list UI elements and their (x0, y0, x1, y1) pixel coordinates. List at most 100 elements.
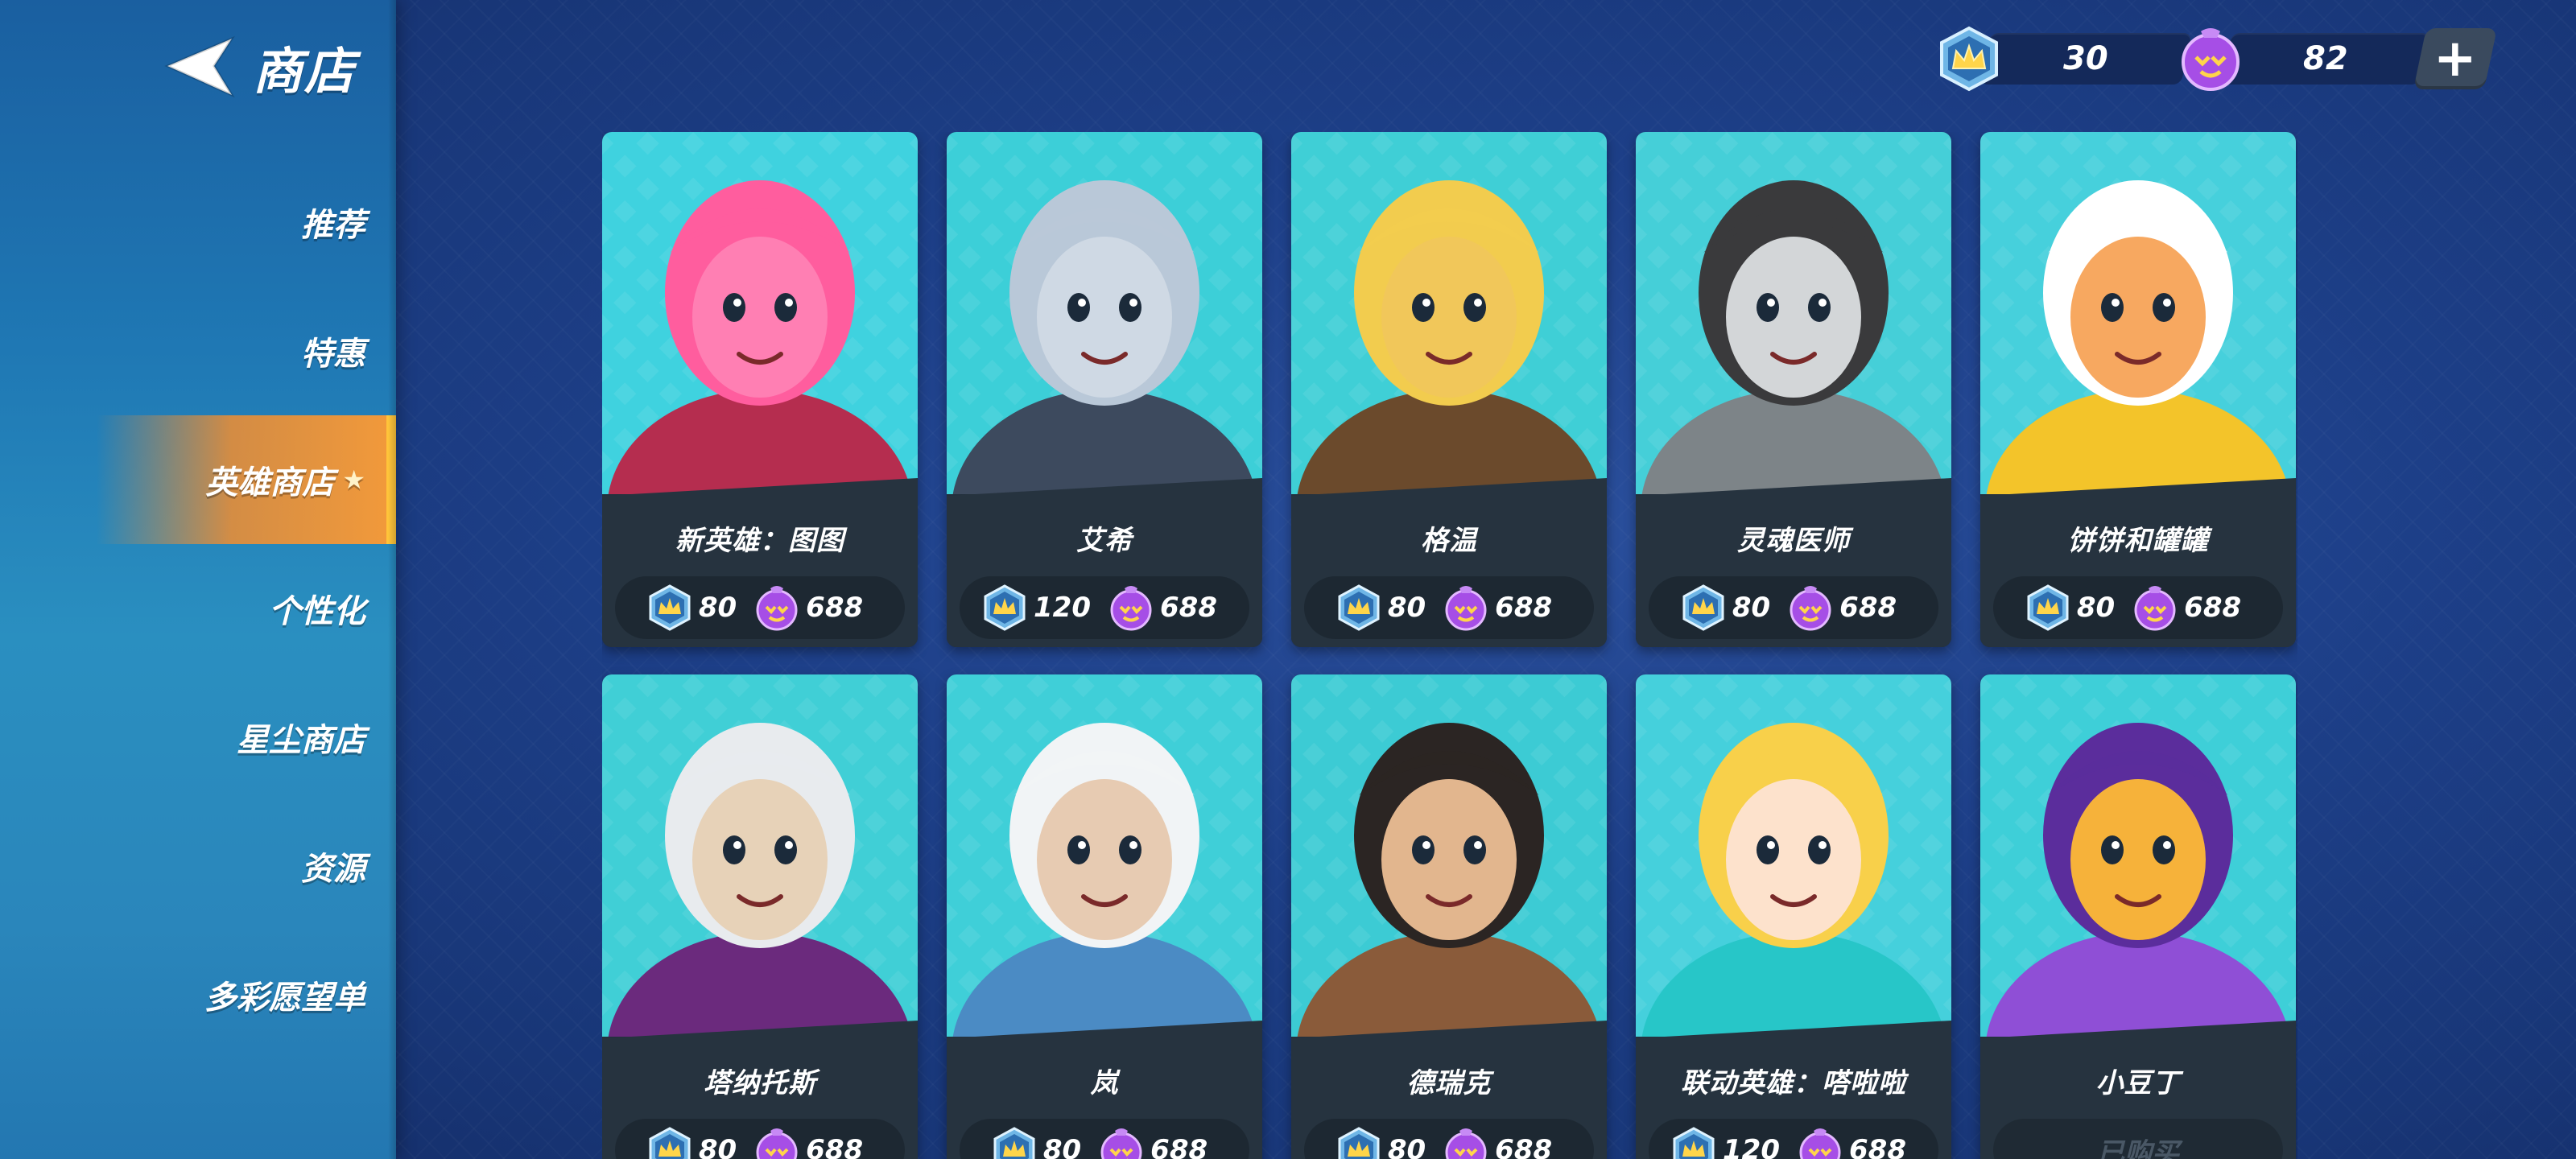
hero-portrait (602, 132, 918, 494)
sidebar-item-label: 推荐 (301, 207, 365, 244)
hero-name: 灵魂医师 (1737, 525, 1850, 557)
token-price: 80 (1042, 1134, 1082, 1159)
hero-portrait-image (1291, 132, 1607, 494)
purple-gem-icon (1445, 1128, 1487, 1159)
hero-name: 德瑞克 (1406, 1067, 1492, 1099)
back-arrow-icon (164, 35, 235, 98)
sidebar-item-4[interactable]: 星尘商店 (0, 673, 396, 802)
crown-token-icon (1940, 26, 1998, 92)
hero-portrait-image (1291, 674, 1607, 1037)
hero-portrait (1980, 674, 2296, 1037)
plus-icon: + (2434, 29, 2477, 89)
owned-label: 已购买 (1993, 1119, 2283, 1159)
crown-token-icon (984, 584, 1026, 631)
gem-price: 688 (1495, 592, 1553, 624)
hero-portrait (602, 674, 918, 1037)
purple-gem-icon (2134, 586, 2176, 631)
hero-portrait-image (1980, 674, 2296, 1037)
price-row: 80 688 (615, 1119, 905, 1159)
hero-name: 艾希 (1076, 525, 1133, 557)
sidebar-item-1[interactable]: 特惠 (0, 287, 396, 415)
currency-crown-token: 30 (1935, 26, 2192, 92)
hero-card[interactable]: 格温 80 688 (1291, 132, 1607, 647)
crown-token-icon (1338, 1127, 1380, 1159)
sidebar-item-6[interactable]: 多彩愿望单 (0, 930, 396, 1059)
price-row: 120 688 (960, 576, 1249, 639)
sidebar-item-label: 星尘商店 (237, 722, 365, 759)
hero-card[interactable]: 新英雄：图图 80 688 (602, 132, 918, 647)
hero-portrait-image (947, 132, 1262, 494)
purple-gem-icon (1110, 586, 1152, 631)
purple-gem-icon (756, 1128, 798, 1159)
hero-portrait-image (1636, 132, 1951, 494)
token-price: 80 (1387, 592, 1426, 624)
hero-card[interactable]: 小豆丁 已购买 (1980, 674, 2296, 1159)
gem-price: 688 (1160, 592, 1217, 624)
sidebar-item-label: 英雄商店 (205, 464, 335, 501)
hero-portrait (1636, 674, 1951, 1037)
price-row: 120 688 (1649, 1119, 1938, 1159)
sidebar-item-3[interactable]: 个性化 (0, 544, 396, 673)
hero-card[interactable]: 灵魂医师 80 688 (1636, 132, 1951, 647)
purple-gem-icon (1790, 586, 1831, 631)
gem-price: 688 (1495, 1134, 1553, 1159)
gem-price: 688 (2184, 592, 2242, 624)
crown-token-icon (2027, 584, 2069, 631)
hero-name: 塔纳托斯 (704, 1067, 816, 1099)
hero-portrait-image (602, 132, 918, 494)
crown-token-icon (993, 1127, 1035, 1159)
sidebar-item-2[interactable]: 英雄商店 ★ (97, 415, 396, 544)
purple-gem-icon (1799, 1128, 1841, 1159)
hero-portrait (1980, 132, 2296, 494)
token-price: 120 (1034, 592, 1091, 624)
price-row: 80 688 (960, 1119, 1249, 1159)
gem-price: 688 (806, 592, 864, 624)
hero-card[interactable]: 岚 80 688 (947, 674, 1262, 1159)
crown-token-icon (1338, 584, 1380, 631)
hero-grid: 新英雄：图图 80 688 艾希 120 688 格温 80 688 灵魂医师 80 688 饼饼和罐罐… (602, 132, 2297, 1159)
price-row: 80 688 (1993, 576, 2283, 639)
add-currency-button[interactable]: + (2413, 28, 2498, 89)
hero-card[interactable]: 塔纳托斯 80 688 (602, 674, 918, 1159)
sidebar-nav: 推荐特惠英雄商店 ★ 个性化星尘商店资源多彩愿望单 (0, 158, 396, 1059)
price-row: 80 688 (615, 576, 905, 639)
back-button[interactable]: 商店 (161, 31, 356, 103)
crown-token-icon (649, 584, 691, 631)
page-title: 商店 (253, 42, 357, 101)
sidebar: 商店 推荐特惠英雄商店 ★ 个性化星尘商店资源多彩愿望单 (0, 0, 396, 1159)
crown-token-icon (1673, 1127, 1715, 1159)
purple-gem-icon (1445, 586, 1487, 631)
hero-card[interactable]: 联动英雄：嗒啦啦 120 688 (1636, 674, 1951, 1159)
star-icon: ★ (342, 464, 365, 495)
hero-portrait-image (1980, 132, 2296, 494)
price-row: 80 688 (1649, 576, 1938, 639)
hero-portrait-image (602, 674, 918, 1037)
token-price: 80 (698, 1134, 737, 1159)
sidebar-item-label: 特惠 (301, 336, 365, 373)
hero-name: 小豆丁 (2095, 1067, 2181, 1099)
token-price: 80 (1387, 1134, 1426, 1159)
hero-card[interactable]: 饼饼和罐罐 80 688 (1980, 132, 2296, 647)
sidebar-item-0[interactable]: 推荐 (0, 158, 396, 287)
gem-price: 688 (1839, 592, 1897, 624)
hero-portrait (947, 132, 1262, 494)
sidebar-item-5[interactable]: 资源 (0, 802, 396, 930)
hero-name: 饼饼和罐罐 (2067, 525, 2209, 557)
hero-name: 新英雄：图图 (675, 525, 844, 557)
hero-card[interactable]: 德瑞克 80 688 (1291, 674, 1607, 1159)
crown-token-icon (649, 1127, 691, 1159)
gem-price: 688 (1150, 1134, 1208, 1159)
purple-gem-amount: 82 (2303, 40, 2348, 77)
hero-portrait-image (1636, 674, 1951, 1037)
sidebar-item-label: 个性化 (269, 593, 365, 630)
token-price: 120 (1723, 1134, 1780, 1159)
currency-purple-gem: 82 + (2177, 27, 2498, 91)
hero-card[interactable]: 艾希 120 688 (947, 132, 1262, 647)
token-price: 80 (1732, 592, 1771, 624)
token-price: 80 (2076, 592, 2116, 624)
hero-name: 岚 (1090, 1067, 1119, 1099)
sidebar-item-label: 多彩愿望单 (204, 980, 365, 1017)
gem-price: 688 (1849, 1134, 1906, 1159)
sidebar-item-label: 资源 (301, 851, 365, 888)
hero-portrait (1291, 674, 1607, 1037)
